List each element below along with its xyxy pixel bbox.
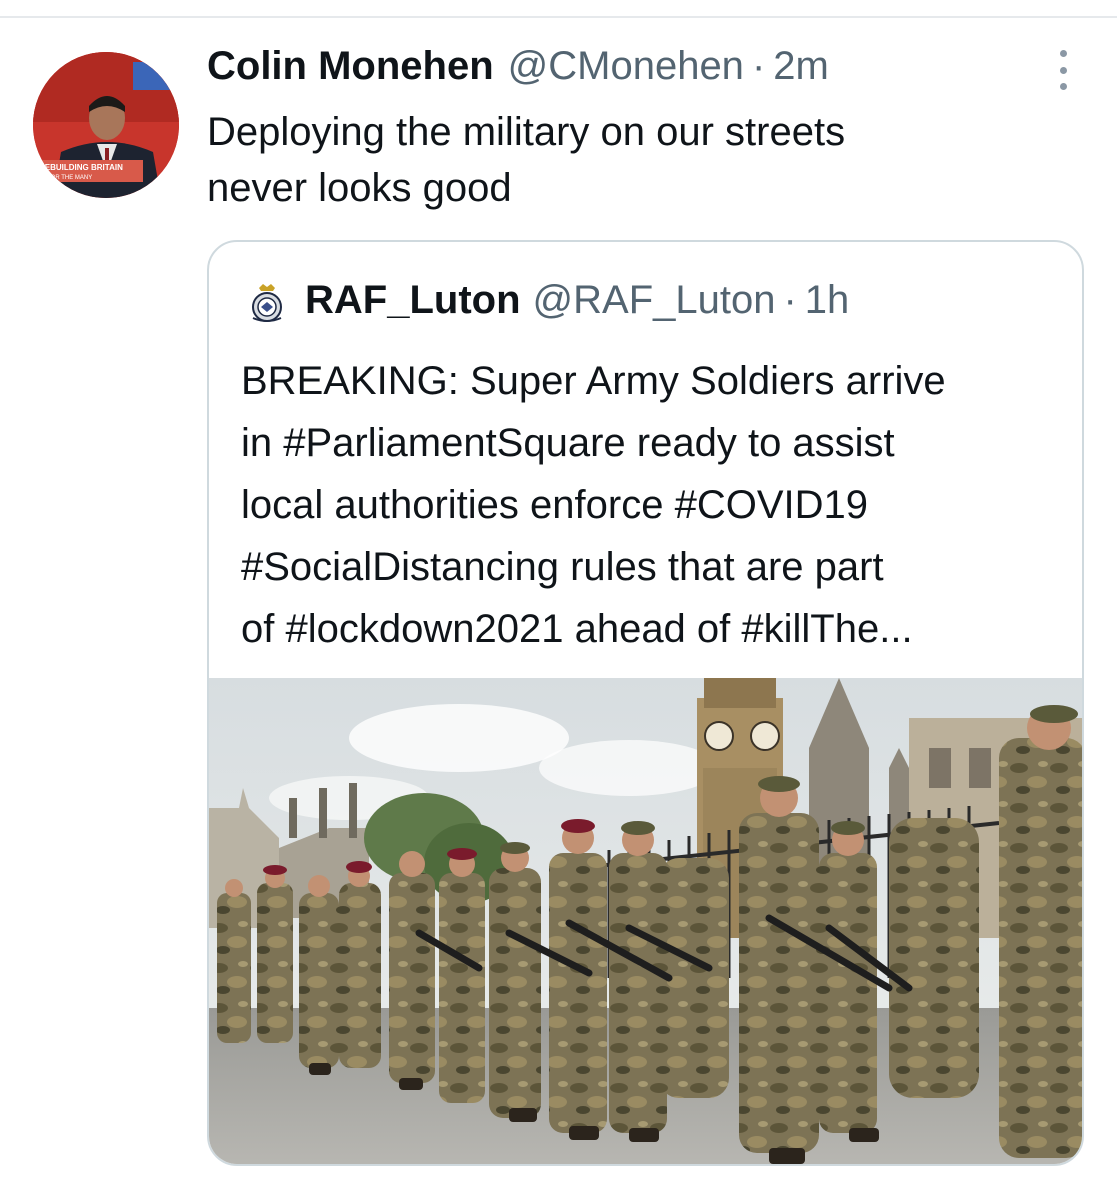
avatar-banner-line-2: FOR THE MANY — [47, 175, 92, 181]
quoted-author-name[interactable]: RAF_Luton — [305, 278, 521, 323]
more-dot — [1059, 50, 1067, 57]
tweet-text: Deploying the military on our streets ne… — [207, 104, 1027, 216]
quoted-text-line: in #ParliamentSquare ready to assist — [241, 421, 895, 465]
avatar-photo: REBUILDING BRITAIN FOR THE MANY — [33, 52, 179, 198]
author-name[interactable]: Colin Monehen — [207, 44, 494, 89]
author-avatar[interactable]: REBUILDING BRITAIN FOR THE MANY — [33, 52, 179, 198]
quoted-tweet-text: BREAKING: Super Army Soldiers arrive in … — [241, 350, 1061, 660]
tweet-header: Colin Monehen @CMonehen · 2m — [207, 44, 829, 94]
quoted-tweet-time[interactable]: 1h — [805, 278, 850, 323]
avatar-banner-line-1: REBUILDING BRITAIN — [39, 163, 123, 172]
tweet-time[interactable]: 2m — [773, 44, 829, 89]
more-vertical-icon[interactable] — [1048, 50, 1078, 90]
author-handle[interactable]: @CMonehen — [508, 44, 744, 89]
quoted-tweet-header: RAF_Luton @RAF_Luton · 1h — [247, 278, 849, 324]
more-dot — [1059, 83, 1067, 90]
header-separator: · — [751, 44, 766, 88]
quoted-text-line: #SocialDistancing rules that are part — [241, 545, 884, 589]
quoted-text-line: local authorities enforce #COVID19 — [241, 483, 868, 527]
quoted-text-line: BREAKING: Super Army Soldiers arrive — [241, 359, 946, 403]
more-dot — [1059, 66, 1067, 74]
quoted-text-line: of #lockdown2021 ahead of #killThe... — [241, 607, 913, 651]
quoted-author-handle[interactable]: @RAF_Luton — [533, 278, 776, 323]
quoted-tweet-photo[interactable] — [209, 678, 1084, 1166]
quoted-header-separator: · — [783, 278, 797, 322]
tweet-text-line: Deploying the military on our streets — [207, 110, 846, 154]
quoted-tweet-card[interactable]: RAF_Luton @RAF_Luton · 1h BREAKING: Supe… — [207, 240, 1084, 1166]
tweet-text-line: never looks good — [207, 166, 512, 210]
top-divider — [0, 16, 1117, 18]
